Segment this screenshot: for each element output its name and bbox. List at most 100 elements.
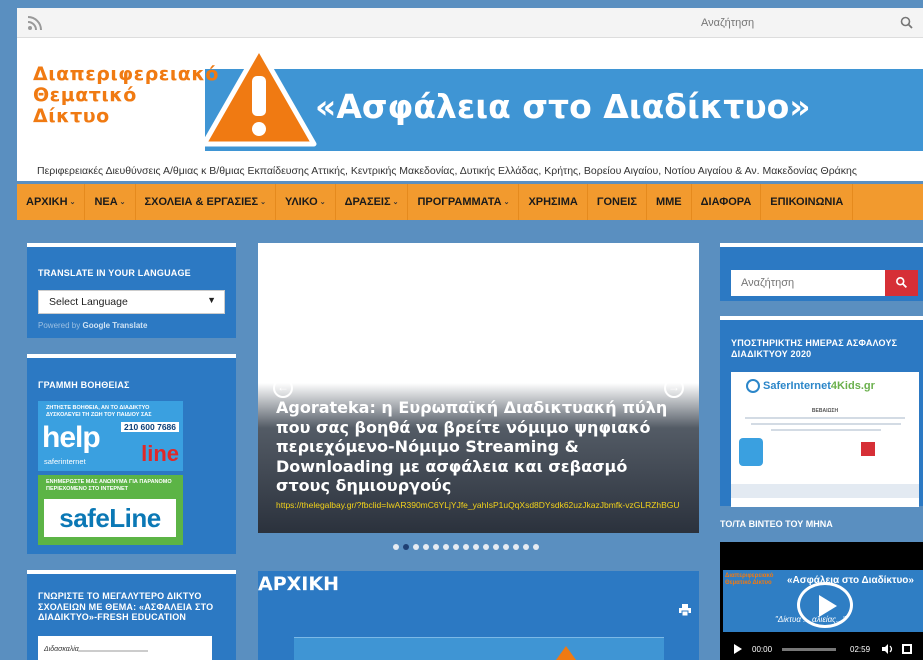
- video-thumb-title: «Ασφάλεια στο Διαδίκτυο»: [787, 575, 914, 586]
- slider-dot[interactable]: [443, 544, 449, 550]
- certificate-text-line: [751, 423, 901, 425]
- slide-link[interactable]: https://thelegalbay.gr/?fbclid=IwAR390mC…: [276, 500, 696, 511]
- help-word: help: [42, 421, 101, 454]
- logo-line-3: Δίκτυο: [33, 105, 110, 127]
- top-search-input[interactable]: [691, 10, 871, 36]
- slider-next-button[interactable]: →: [664, 378, 684, 398]
- slide-title[interactable]: Agorateka: η Ευρωπαϊκή Διαδικτυακή πύλη …: [276, 398, 686, 496]
- chevron-down-icon: ⌄: [260, 199, 266, 206]
- nav-item-label: ΓΟΝΕΙΣ: [596, 196, 637, 208]
- right-search-button[interactable]: [885, 270, 918, 296]
- right-search-widget: [720, 243, 923, 301]
- network-widget-title: ΓΝΩΡΙΣΤΕ ΤΟ ΜΕΓΑΛΥΤΕΡΟ ΔΙΚΤΥΟ ΣΧΟΛΕΙΩΝ Μ…: [38, 591, 214, 622]
- powered-by-text: Powered by Google Translate: [38, 321, 147, 330]
- translate-widget: TRANSLATE IN YOUR LANGUAGE Select Langua…: [27, 243, 236, 338]
- language-select-value: Select Language: [49, 296, 128, 308]
- slider-dots: [393, 544, 539, 552]
- search-icon: [896, 277, 908, 289]
- banner-title: «Ασφάλεια στο Διαδίκτυο»: [315, 87, 811, 126]
- safer-internet-logo: SaferInternet4Kids.gr: [763, 380, 875, 392]
- fullscreen-icon[interactable]: [902, 644, 913, 654]
- nav-item[interactable]: ΜΜΕ: [647, 184, 692, 220]
- powered-brand[interactable]: Google: [82, 321, 110, 330]
- safer-internet-certificate[interactable]: SaferInternet4Kids.gr ΒΕΒΑΙΩΣΗ: [731, 372, 919, 507]
- slider-dot[interactable]: [503, 544, 509, 550]
- slider-dot[interactable]: [523, 544, 529, 550]
- line-word: line: [141, 441, 179, 466]
- right-search: [731, 270, 918, 296]
- nav-item-label: ΔΙΑΦΟΡΑ: [700, 196, 752, 208]
- arrow-right-icon: →: [668, 380, 680, 394]
- chevron-down-icon: ⌄: [69, 199, 76, 206]
- network-preview[interactable]: Διδασκαλία: [38, 636, 212, 660]
- nav-item-label: ΑΡΧΙΚΗ: [26, 196, 68, 208]
- nav-item[interactable]: ΓΟΝΕΙΣ: [588, 184, 647, 220]
- right-search-input[interactable]: [731, 270, 881, 296]
- slider-dot[interactable]: [393, 544, 399, 550]
- nav-item-label: ΕΠΙΚΟΙΝΩΝΙΑ: [770, 196, 844, 208]
- safer-internet-day-widget: ΥΠΟΣΤΗΡΙΚΤΗΣ ΗΜΕΡΑΣ ΑΣΦΑΛΟΥΣ ΔΙΑΔΙΚΤΥΟΥ …: [720, 316, 923, 507]
- slider-prev-button[interactable]: ←: [273, 378, 293, 398]
- chevron-down-icon: ⌄: [319, 199, 326, 206]
- video-controls: 00:00 02:59: [720, 638, 923, 660]
- translate-widget-title: TRANSLATE IN YOUR LANGUAGE: [38, 268, 191, 278]
- rss-icon[interactable]: [27, 15, 43, 31]
- nav-item[interactable]: ΔΡΑΣΕΙΣ ⌄: [336, 184, 409, 220]
- nav-item[interactable]: ΣΧΟΛΕΙΑ & ΕΡΓΑΣΙΕΣ ⌄: [136, 184, 276, 220]
- nav-item[interactable]: ΥΛΙΚΟ ⌄: [276, 184, 336, 220]
- slider-dot[interactable]: [433, 544, 439, 550]
- video-widget-title: ΤΟ/ΤΑ ΒΙΝΤΕΟ ΤΟΥ ΜΗΝΑ: [720, 519, 833, 529]
- slider-dot[interactable]: [533, 544, 539, 550]
- search-icon[interactable]: [899, 15, 915, 31]
- helpline-small-text: ΖΗΤΗΣΤΕ ΒΟΗΘΕΙΑ, ΑΝ ΤΟ ΔΙΑΔΙΚΤΥΟ ΔΥΣΚΟΛΕ…: [46, 405, 152, 418]
- nav-item[interactable]: ΧΡΗΣΙΜΑ: [519, 184, 588, 220]
- helpline-banner[interactable]: ΖΗΤΗΣΤΕ ΒΟΗΘΕΙΑ, ΑΝ ΤΟ ΔΙΑΔΙΚΤΥΟ ΔΥΣΚΟΛΕ…: [38, 401, 183, 471]
- site-header: «Ασφάλεια στο Διαδίκτυο» Διαπεριφερειακό…: [17, 38, 923, 181]
- preview-line: [78, 650, 148, 652]
- nav-item[interactable]: ΕΠΙΚΟΙΝΩΝΙΑ: [761, 184, 854, 220]
- print-icon[interactable]: [679, 604, 691, 616]
- logo-line-2: Θεματικό: [33, 84, 137, 106]
- video-duration: 02:59: [850, 644, 871, 654]
- video-player[interactable]: Διαπεριφερειακό Θεματικό Δίκτυο «Ασφάλει…: [720, 542, 923, 660]
- nav-item-label: ΧΡΗΣΙΜΑ: [528, 196, 578, 208]
- cloud-icon: [746, 379, 760, 393]
- top-bar: [17, 8, 923, 38]
- site-logo-text[interactable]: Διαπεριφερειακό Θεματικό Δίκτυο: [33, 64, 219, 127]
- nav-item-label: ΔΡΑΣΕΙΣ: [344, 196, 391, 208]
- home-banner-image: [294, 637, 664, 660]
- slider-dot[interactable]: [453, 544, 459, 550]
- slider-dot[interactable]: [483, 544, 489, 550]
- featured-slider[interactable]: ← → Agorateka: η Ευρωπαϊκή Διαδικτυακή π…: [258, 243, 699, 533]
- powered-suffix: Translate: [112, 321, 148, 330]
- header-subtitle: Περιφερειακές Διευθύνσεις Α/θμιας κ Β/θμ…: [37, 165, 857, 177]
- sponsor-strip: [731, 484, 919, 498]
- logo-part-b: 4Kids.gr: [830, 380, 875, 392]
- video-current-time: 00:00: [752, 644, 773, 654]
- page-title: ΑΡΧΙΚΗ: [258, 573, 339, 595]
- nav-item-label: ΥΛΙΚΟ: [284, 196, 318, 208]
- logo-mark: [861, 442, 875, 456]
- volume-icon[interactable]: [882, 644, 894, 654]
- nav-item[interactable]: ΠΡΟΓΡΑΜΜΑΤΑ ⌄: [408, 184, 520, 220]
- slider-dot[interactable]: [413, 544, 419, 550]
- safeline-small-text: ΕΝΗΜΕΡΩΣΤΕ ΜΑΣ ΑΝΩΝΥΜΑ ΓΙΑ ΠΑΡΑΝΟΜΟ ΠΕΡΙ…: [46, 479, 172, 492]
- play-button[interactable]: [734, 644, 742, 654]
- nav-item[interactable]: ΑΡΧΙΚΗ ⌄: [17, 184, 86, 220]
- nav-item[interactable]: ΝΕΑ ⌄: [85, 184, 136, 220]
- slider-dot[interactable]: [473, 544, 479, 550]
- play-icon[interactable]: [797, 582, 853, 628]
- certificate-badge: ΒΕΒΑΙΩΣΗ: [811, 408, 839, 414]
- nav-item[interactable]: ΔΙΑΦΟΡΑ: [692, 184, 762, 220]
- safeline-banner[interactable]: ΕΝΗΜΕΡΩΣΤΕ ΜΑΣ ΑΝΩΝΥΜΑ ΓΙΑ ΠΑΡΑΝΟΜΟ ΠΕΡΙ…: [38, 475, 183, 545]
- slider-dot[interactable]: [423, 544, 429, 550]
- video-progress-bar[interactable]: [782, 647, 837, 651]
- tablet-illustration: [739, 438, 763, 466]
- slider-dot[interactable]: [493, 544, 499, 550]
- helpline-widget-title: ΓΡΑΜΜΗ ΒΟΗΘΕΙΑΣ: [38, 380, 130, 390]
- slider-dot[interactable]: [513, 544, 519, 550]
- slider-dot[interactable]: [403, 544, 409, 550]
- language-select[interactable]: Select Language ▼: [38, 290, 225, 314]
- slider-dot[interactable]: [463, 544, 469, 550]
- main-navigation: ΑΡΧΙΚΗ ⌄ ΝΕΑ ⌄ ΣΧΟΛΕΙΑ & ΕΡΓΑΣΙΕΣ ⌄ ΥΛΙΚΟ ⌄ ΔΡΑΣ…: [17, 184, 923, 220]
